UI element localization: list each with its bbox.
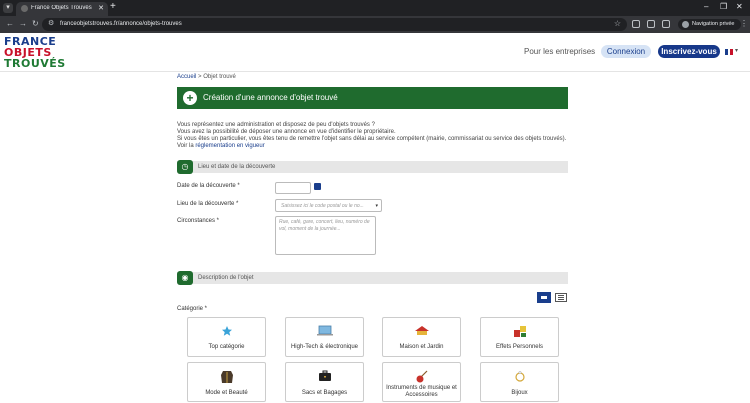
category-card-top[interactable]: Top catégorie: [187, 317, 266, 357]
french-flag-icon[interactable]: [725, 49, 733, 55]
minimize-button[interactable]: –: [704, 2, 708, 11]
address-bar[interactable]: ⚙ franceobjetstrouves.fr/annonce/objets-…: [42, 18, 627, 31]
incognito-icon: [682, 21, 689, 28]
site-info-icon[interactable]: ⚙: [48, 19, 54, 27]
grid-view-icon[interactable]: [537, 292, 551, 303]
url-text[interactable]: franceobjetstrouves.fr/annonce/objets-tr…: [60, 21, 182, 27]
plus-icon: +: [183, 91, 197, 105]
ring-icon: [514, 371, 525, 382]
login-button[interactable]: Connexion: [601, 45, 651, 58]
category-card-bijoux[interactable]: Bijoux: [480, 362, 559, 402]
house-icon: [414, 326, 429, 335]
tab-title: France Objets Trouvés – objets trouvés: [31, 5, 93, 11]
tab-close-icon[interactable]: ✕: [98, 4, 104, 12]
category-card-hightech[interactable]: High-Tech & électronique: [285, 317, 364, 357]
breadcrumb: Accueil > Objet trouvé: [177, 74, 236, 80]
favicon-icon: [21, 5, 28, 12]
side-panel-icon[interactable]: [662, 20, 670, 28]
reading-list-icon[interactable]: [647, 20, 655, 28]
star-icon: [221, 326, 232, 336]
tab-search-icon[interactable]: ▾: [3, 3, 13, 13]
private-label: Navigation privée: [692, 21, 735, 27]
private-browsing-badge[interactable]: Navigation privée: [678, 19, 741, 30]
page-title-banner: + Création d'une annonce d'objet trouvé: [177, 87, 568, 109]
close-window-button[interactable]: ✕: [736, 2, 743, 11]
section-description-title: Description de l'objet: [198, 275, 254, 281]
intro-text: Vous représentez une administration et d…: [177, 122, 567, 149]
extension-icon[interactable]: [632, 20, 640, 28]
browser-menu-icon[interactable]: ⋮: [740, 19, 748, 28]
personal-items-icon: [513, 326, 526, 337]
breadcrumb-home[interactable]: Accueil: [177, 74, 196, 80]
business-link[interactable]: Pour les entreprises: [524, 47, 595, 56]
signup-button[interactable]: Inscrivez-vous: [658, 45, 720, 58]
page-title: Création d'une annonce d'objet trouvé: [203, 93, 338, 102]
date-label: Date de la découverte *: [177, 183, 240, 189]
chevron-down-icon: ▾: [375, 203, 378, 209]
instruments-label: Instruments de musique et Accessoires: [386, 385, 457, 398]
bag-icon: [318, 370, 331, 381]
category-label: Catégorie *: [177, 306, 208, 312]
browser-toolbar: ← → ↻ ⚙ franceobjetstrouves.fr/annonce/o…: [0, 16, 750, 33]
category-card-maison[interactable]: Maison et Jardin: [382, 317, 461, 357]
place-placeholder: Saisissez ici le code postal ou le no...: [281, 203, 364, 209]
guitar-icon: [416, 370, 427, 383]
place-select[interactable]: Saisissez ici le code postal ou le no...…: [275, 199, 382, 212]
regulation-link[interactable]: réglementation en vigueur: [195, 143, 264, 149]
circumstances-textarea[interactable]: Rue, café, gare, concert, lieu, numéro d…: [275, 216, 376, 255]
section-description-header: ◉ Description de l'objet: [177, 271, 568, 285]
circumstances-label: Circonstances *: [177, 218, 220, 224]
category-card-instruments[interactable]: Instruments de musique et Accessoires: [382, 362, 461, 402]
maximize-button[interactable]: ❐: [720, 2, 727, 11]
date-input[interactable]: [275, 182, 311, 194]
section-discovery-title: Lieu et date de la découverte: [198, 164, 276, 170]
jacket-icon: [220, 371, 233, 383]
place-label: Lieu de la découverte *: [177, 201, 239, 207]
site-logo[interactable]: FRANCE OBJETS TROUVÉS: [4, 36, 66, 69]
reload-icon[interactable]: ↻: [32, 19, 39, 28]
language-caret-icon[interactable]: ▾: [735, 47, 738, 54]
eye-icon: ◉: [177, 271, 193, 285]
calendar-icon[interactable]: [314, 183, 321, 190]
browser-tab-bar: ▾ France Objets Trouvés – objets trouvés…: [0, 0, 750, 16]
back-icon[interactable]: ←: [6, 19, 14, 28]
circumstances-placeholder: Rue, café, gare, concert, lieu, numéro d…: [279, 219, 370, 232]
bookmark-star-icon[interactable]: ☆: [614, 19, 621, 28]
site-header: FRANCE OBJETS TROUVÉS Pour les entrepris…: [0, 33, 750, 72]
laptop-icon: [316, 325, 333, 336]
category-card-mode[interactable]: Mode et Beauté: [187, 362, 266, 402]
category-card-effets[interactable]: Effets Personnels: [480, 317, 559, 357]
category-card-sacs[interactable]: Sacs et Bagages: [285, 362, 364, 402]
breadcrumb-current: Objet trouvé: [203, 74, 236, 80]
new-tab-button[interactable]: +: [110, 1, 116, 12]
browser-tab[interactable]: France Objets Trouvés – objets trouvés ✕: [16, 2, 108, 16]
clock-icon: ◷: [177, 160, 193, 174]
forward-icon[interactable]: →: [19, 19, 27, 28]
list-view-icon[interactable]: [555, 293, 567, 302]
section-discovery-header: ◷ Lieu et date de la découverte: [177, 160, 568, 174]
